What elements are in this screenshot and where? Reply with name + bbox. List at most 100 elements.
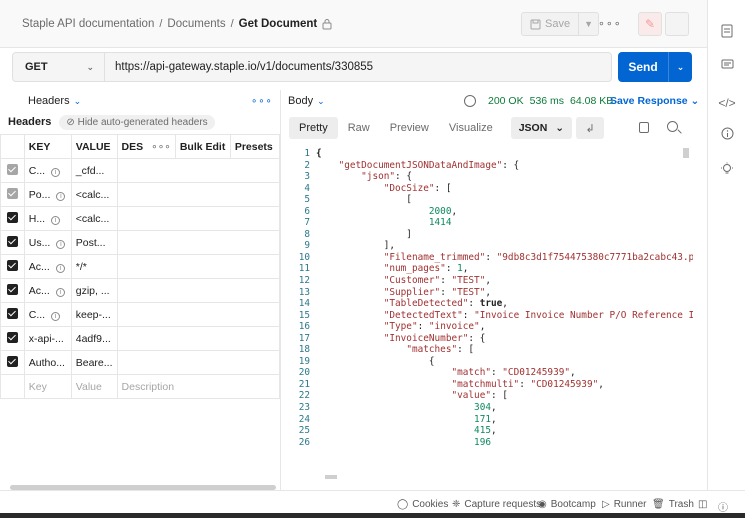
code-icon[interactable]: </> xyxy=(718,94,736,112)
wrap-lines-button[interactable]: ↲ xyxy=(576,117,605,139)
url-input[interactable]: https://api-gateway.staple.io/v1/documen… xyxy=(105,61,373,73)
tab-pretty[interactable]: Pretty xyxy=(289,117,338,139)
row-checkbox[interactable] xyxy=(6,259,18,271)
save-response-button[interactable]: Save Response ⌄ xyxy=(610,95,699,107)
response-size[interactable]: 64.08 KB xyxy=(570,95,613,107)
method-select[interactable]: GET ⌄ xyxy=(13,53,105,81)
row-checkbox[interactable] xyxy=(6,331,18,343)
headers-tab[interactable]: Headers xyxy=(28,95,70,107)
copy-icon[interactable] xyxy=(639,122,649,133)
more-actions-button[interactable]: ∘∘∘ xyxy=(598,17,622,30)
cookies-button[interactable]: ◯ Cookies xyxy=(397,499,448,510)
bootcamp-label: Bootcamp xyxy=(550,499,596,510)
chevron-down-icon[interactable]: ⌄ xyxy=(317,96,325,107)
documentation-button[interactable] xyxy=(665,12,689,36)
row-checkbox[interactable] xyxy=(6,355,18,367)
header-key[interactable]: Us... xyxy=(29,237,51,249)
code-horizontal-scrollbar[interactable] xyxy=(325,475,337,479)
trash-button[interactable]: 🗑 Trash xyxy=(652,499,694,510)
bulk-edit-button[interactable]: Bulk Edit xyxy=(174,134,231,159)
hide-auto-headers-toggle[interactable]: ⊘ Hide auto-generated headers xyxy=(59,114,215,130)
tab-preview[interactable]: Preview xyxy=(380,117,439,139)
info-icon[interactable]: i xyxy=(51,311,61,321)
header-value[interactable]: Beare... xyxy=(70,350,118,375)
header-key[interactable]: C... xyxy=(29,309,45,321)
table-row: C... i keep-... xyxy=(0,302,281,327)
info-icon[interactable]: i xyxy=(55,263,65,273)
send-button[interactable]: Send xyxy=(618,60,668,74)
header-value[interactable]: <calc... xyxy=(70,206,118,231)
row-checkbox[interactable] xyxy=(6,187,18,199)
header-key[interactable]: Ac... xyxy=(29,261,50,273)
header-key[interactable]: H... xyxy=(29,213,45,225)
response-body-code[interactable]: 1{2 "getDocumentJSONDataAndImage": {3 "j… xyxy=(281,148,693,480)
runner-button[interactable]: ▷ Runner xyxy=(602,499,647,510)
line-number: 3 xyxy=(304,171,310,183)
line-number: 9 xyxy=(304,240,310,252)
bootcamp-button[interactable]: ◉ Bootcamp xyxy=(538,499,596,510)
info-icon[interactable]: i xyxy=(55,287,65,297)
header-value[interactable]: _cfd... xyxy=(70,158,118,183)
code-text: "Supplier": "TEST", xyxy=(383,286,492,298)
row-checkbox[interactable] xyxy=(6,211,18,223)
headers-subheader: Headers ⊘ Hide auto-generated headers xyxy=(0,112,280,132)
send-dropdown-chevron-icon[interactable]: ⌄ xyxy=(668,52,692,82)
save-dropdown-button[interactable]: ▼ xyxy=(579,12,600,36)
info-icon[interactable]: i xyxy=(56,239,66,249)
code-text: "DetectedText": "Invoice Invoice Number … xyxy=(383,309,693,321)
info-icon[interactable]: i xyxy=(51,167,61,177)
header-key[interactable]: Po... xyxy=(29,189,51,201)
code-text: 2000, xyxy=(428,205,458,217)
header-value[interactable]: <calc... xyxy=(70,182,118,207)
code-line: 23 304, xyxy=(281,402,693,414)
presets-dropdown[interactable]: Presets xyxy=(229,134,281,159)
tab-visualize[interactable]: Visualize xyxy=(439,117,503,139)
header-key[interactable]: Ac... xyxy=(29,285,50,297)
header-value[interactable]: gzip, ... xyxy=(70,278,118,303)
headers-more-button[interactable]: ∘∘∘ xyxy=(251,96,273,107)
row-checkbox[interactable] xyxy=(6,163,18,175)
format-select[interactable]: JSON ⌄ xyxy=(510,117,573,139)
breadcrumb-workspace[interactable]: Staple API documentation xyxy=(22,18,154,30)
layout-toggle-icon[interactable]: ◫ xyxy=(698,499,707,510)
globe-icon[interactable] xyxy=(464,95,476,107)
new-description-input[interactable]: Description xyxy=(116,374,281,399)
column-options-button[interactable]: ∘∘∘ xyxy=(147,134,176,159)
documentation-icon[interactable] xyxy=(718,22,736,40)
info-icon[interactable]: i xyxy=(51,215,61,225)
scrollbar-thumb[interactable] xyxy=(683,148,689,158)
save-button[interactable]: Save xyxy=(521,12,580,36)
new-key-input[interactable]: Key xyxy=(23,374,72,399)
search-icon[interactable] xyxy=(667,121,678,132)
comments-icon[interactable] xyxy=(718,56,736,74)
header-value[interactable]: 4adf9... xyxy=(70,326,118,351)
body-tab[interactable]: Body xyxy=(288,95,313,107)
row-checkbox[interactable] xyxy=(6,235,18,247)
new-header-row: Key Value Description xyxy=(0,374,281,399)
headers-table: KEY VALUE DES ∘∘∘ Bulk Edit Presets C...… xyxy=(0,134,281,399)
header-key[interactable]: Autho... xyxy=(23,350,72,375)
breadcrumb-request[interactable]: Get Document xyxy=(239,18,318,30)
row-checkbox[interactable] xyxy=(6,283,18,295)
response-time[interactable]: 536 ms xyxy=(530,95,564,107)
chevron-down-icon[interactable]: ⌄ xyxy=(74,96,82,107)
help-icon[interactable]: ⓘ xyxy=(718,499,728,514)
pencil-icon: ✎ xyxy=(644,17,656,31)
edit-button[interactable]: ✎ xyxy=(638,12,662,36)
new-value-input[interactable]: Value xyxy=(70,374,118,399)
header-key[interactable]: C... xyxy=(29,165,45,177)
lightbulb-icon[interactable] xyxy=(718,160,736,178)
capture-requests-button[interactable]: ❈ Capture requests xyxy=(452,499,541,510)
header-value[interactable]: keep-... xyxy=(70,302,118,327)
header-value[interactable]: Post... xyxy=(70,230,118,255)
row-checkbox[interactable] xyxy=(6,307,18,319)
info-icon[interactable]: i xyxy=(56,191,66,201)
vertical-scrollbar[interactable] xyxy=(683,148,689,480)
header-value[interactable]: */* xyxy=(70,254,118,279)
breadcrumb-collection[interactable]: Documents xyxy=(167,18,225,30)
header-key[interactable]: x-api-... xyxy=(23,326,72,351)
code-line: 1{ xyxy=(281,148,693,160)
info-icon[interactable] xyxy=(718,124,736,142)
status-code[interactable]: 200 OK xyxy=(488,95,524,107)
tab-raw[interactable]: Raw xyxy=(338,117,380,139)
